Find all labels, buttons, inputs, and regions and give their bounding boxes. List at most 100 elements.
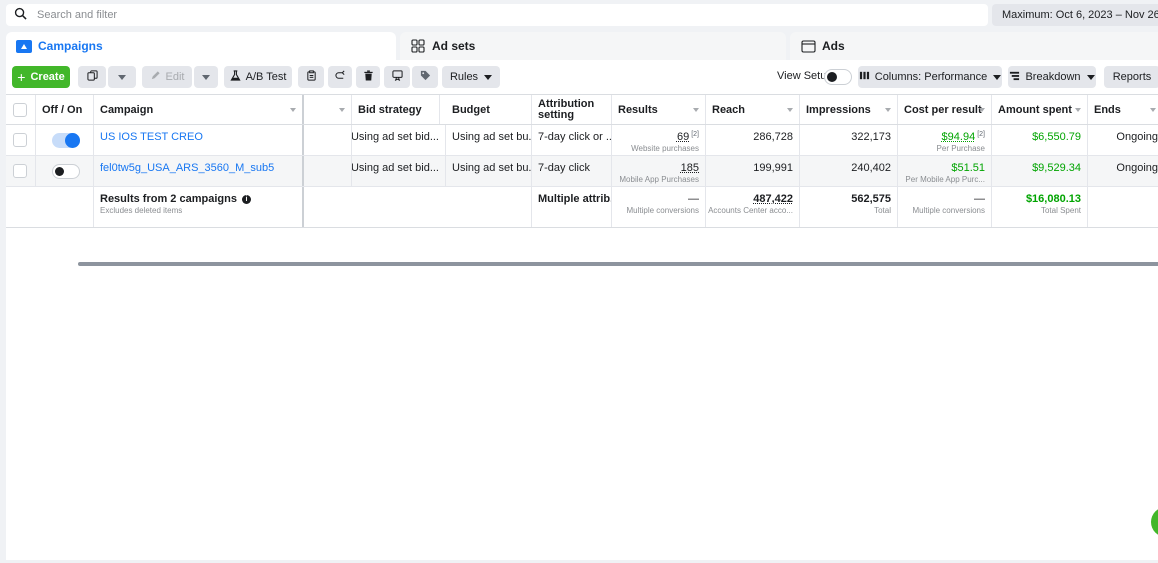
tab-ads-label: Ads <box>822 39 845 53</box>
header-cost-per-result[interactable]: Cost per result <box>898 95 992 124</box>
header-budget[interactable]: Budget <box>446 95 532 124</box>
results-value[interactable]: 69 <box>677 131 689 143</box>
ab-test-label: A/B Test <box>245 71 287 83</box>
edit-dropdown-button[interactable] <box>194 66 218 88</box>
campaign-toggle-on[interactable] <box>52 133 80 148</box>
results-value-wrap: 69 [2] <box>677 131 699 143</box>
preview-button[interactable] <box>384 66 410 88</box>
toolbar: + Create Edit A/B Test Rules View Setup … <box>6 60 1158 94</box>
row-select-cell <box>6 125 36 155</box>
header-off-on-label: Off / On <box>42 103 83 116</box>
tab-ad-sets[interactable]: Ad sets <box>400 32 786 60</box>
header-bid-strategy[interactable]: Bid strategy <box>352 95 440 124</box>
attribution-cell: 7-day click or ... <box>532 125 612 155</box>
search-icon <box>14 7 27 23</box>
results-footnote: [2] <box>691 131 699 138</box>
header-reach[interactable]: Reach <box>706 95 800 124</box>
results-value[interactable]: 185 <box>681 162 699 174</box>
edit-button[interactable]: Edit <box>142 66 192 88</box>
header-off-on[interactable]: Off / On <box>36 95 94 124</box>
undo-button[interactable] <box>328 66 352 88</box>
summary-row: Results from 2 campaigns i Excludes dele… <box>6 187 1158 228</box>
sort-icon <box>693 108 699 112</box>
campaign-toggle-off[interactable] <box>52 164 80 179</box>
tab-ads[interactable]: Ads <box>790 32 1158 60</box>
header-hidden-column[interactable] <box>304 95 352 124</box>
impressions-cell: 322,173 <box>800 125 898 155</box>
attribution-value: 7-day click <box>538 162 590 174</box>
table-row[interactable]: US IOS TEST CREO Using ad set bid... Usi… <box>6 125 1158 156</box>
table-row[interactable]: fel0tw5g_USA_ARS_3560_M_sub5 Using ad se… <box>6 156 1158 187</box>
edit-label: Edit <box>165 71 185 83</box>
header-ends[interactable]: Ends <box>1088 95 1158 124</box>
bid-strategy-cell: Using ad set bid... <box>352 156 446 186</box>
select-all-checkbox[interactable] <box>13 103 27 117</box>
search-bar[interactable] <box>6 4 988 26</box>
row-checkbox[interactable] <box>13 133 27 147</box>
create-button[interactable]: + Create <box>12 66 70 88</box>
header-campaign[interactable]: Campaign <box>94 95 304 124</box>
summary-reach[interactable]: 487,422 <box>753 193 793 205</box>
toggle-knob <box>827 72 837 82</box>
header-impressions[interactable]: Impressions <box>800 95 898 124</box>
search-input[interactable] <box>37 9 937 21</box>
info-icon[interactable]: i <box>242 194 251 204</box>
summary-cost-cell: — Multiple conversions <box>898 187 992 227</box>
summary-results-subtext: Multiple conversions <box>626 206 699 215</box>
tab-campaigns-label: Campaigns <box>38 39 103 53</box>
amount-spent-cell: $9,529.34 <box>992 156 1088 186</box>
rules-label: Rules <box>449 71 479 83</box>
summary-blank <box>36 187 94 227</box>
results-cell: 69 [2] Website purchases <box>612 125 706 155</box>
ab-test-button[interactable]: A/B Test <box>224 66 292 88</box>
date-range-picker[interactable]: Maximum: Oct 6, 2023 – Nov 26, 2023 <box>992 4 1158 26</box>
columns-button[interactable]: Columns: Performance <box>858 66 1002 88</box>
summary-impressions-subtext: Total <box>874 206 891 215</box>
header-amount-spent[interactable]: Amount spent <box>992 95 1088 124</box>
hidden-cell <box>304 156 352 186</box>
sort-icon <box>885 108 891 112</box>
ends-value: Ongoing <box>1116 162 1158 174</box>
duplicate-dropdown-button[interactable] <box>108 66 136 88</box>
breakdown-button[interactable]: Breakdown <box>1008 66 1096 88</box>
summary-cost-subtext: Multiple conversions <box>912 206 985 215</box>
header-cost-per-result-label: Cost per result <box>904 103 982 116</box>
cost-subtext: Per Purchase <box>936 144 985 153</box>
clipboard-icon <box>306 70 317 84</box>
tags-button[interactable] <box>412 66 438 88</box>
campaign-name-link[interactable]: fel0tw5g_USA_ARS_3560_M_sub5 <box>100 162 274 174</box>
ads-window-icon <box>800 39 816 53</box>
cost-per-result-value[interactable]: $94.94 <box>942 131 976 143</box>
header-attribution[interactable]: Attribution setting <box>532 95 612 124</box>
reach-cell: 286,728 <box>706 125 800 155</box>
header-campaign-label: Campaign <box>100 103 154 116</box>
duplicate-button[interactable] <box>78 66 106 88</box>
tab-campaigns[interactable]: Campaigns <box>6 32 396 60</box>
summary-results-cell: — Multiple conversions <box>612 187 706 227</box>
view-setup-toggle[interactable] <box>824 69 852 85</box>
campaigns-panel: + Create Edit A/B Test Rules View Setup … <box>6 60 1158 560</box>
summary-impressions-cell: 562,575 Total <box>800 187 898 227</box>
delete-button[interactable] <box>356 66 380 88</box>
rules-button[interactable]: Rules <box>442 66 500 88</box>
reports-label: Reports <box>1112 71 1152 83</box>
bid-strategy-value: Using ad set bid... <box>352 162 439 174</box>
sort-icon <box>979 108 985 112</box>
header-results[interactable]: Results <box>612 95 706 124</box>
row-checkbox[interactable] <box>13 164 27 178</box>
tab-ad-sets-label: Ad sets <box>432 39 476 53</box>
hidden-cell <box>304 125 352 155</box>
chevron-down-icon <box>202 74 210 80</box>
summary-attribution: Multiple attrib... <box>538 193 612 205</box>
campaign-name-link[interactable]: US IOS TEST CREO <box>100 131 203 143</box>
horizontal-scrollbar[interactable] <box>78 262 1158 266</box>
columns-icon <box>859 70 870 84</box>
cost-per-result-cell: $51.51 Per Mobile App Purc... <box>898 156 992 186</box>
header-bid-strategy-label: Bid strategy <box>358 103 422 116</box>
clipboard-button[interactable] <box>298 66 324 88</box>
reports-button[interactable]: Reports <box>1104 66 1158 88</box>
summary-reach-subtext: Accounts Center acco... <box>708 206 793 215</box>
preview-icon <box>391 70 403 84</box>
summary-amount-spent: $16,080.13 <box>1025 193 1081 205</box>
summary-impressions: 562,575 <box>851 193 891 205</box>
